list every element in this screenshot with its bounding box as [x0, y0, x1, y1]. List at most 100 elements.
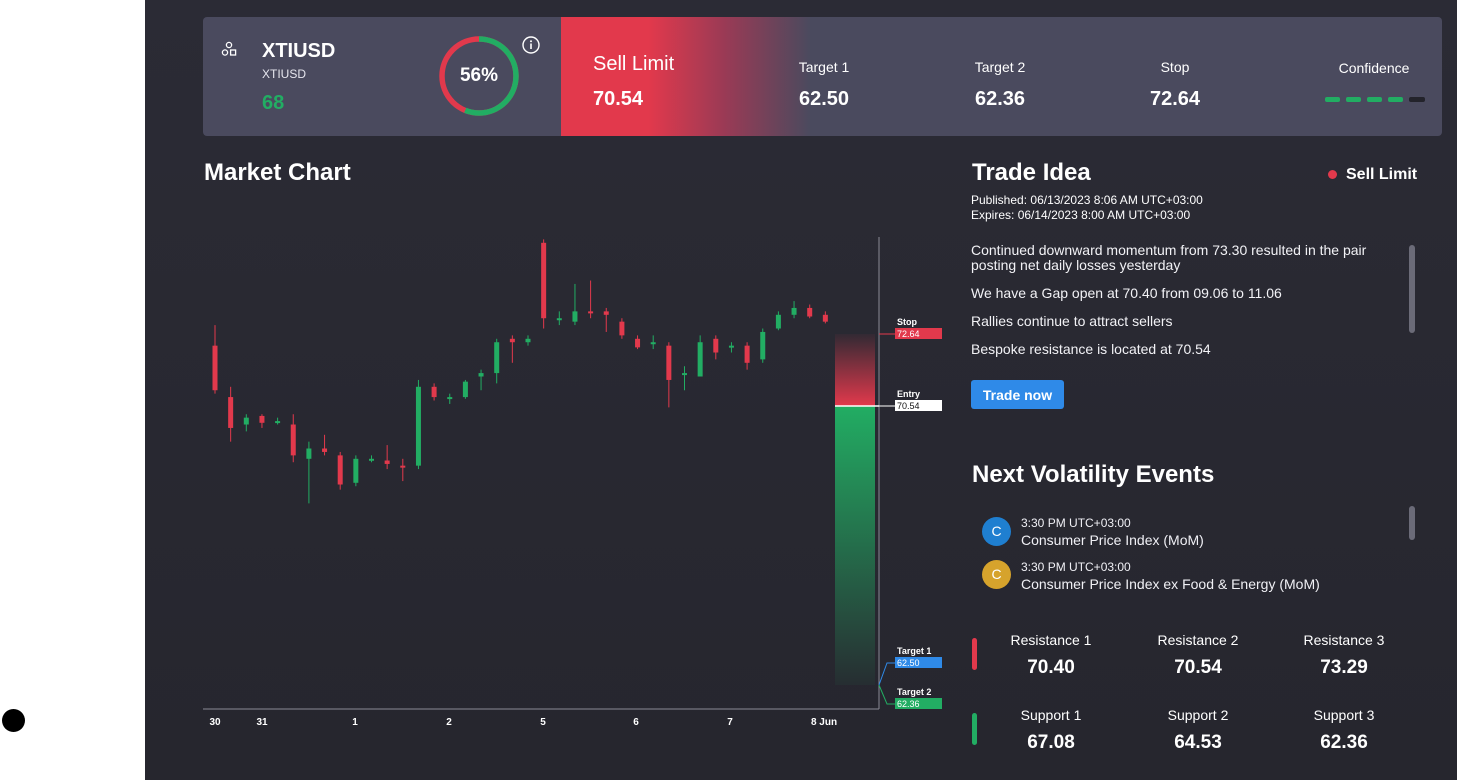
candle-body	[760, 331, 766, 360]
candle-body	[415, 386, 421, 466]
target-2-connector	[878, 684, 895, 705]
level-tag-name: Target 2	[897, 687, 931, 697]
instrument-score: 68	[262, 92, 285, 114]
expires-date: 06/14/2023 8:00 AM UTC+03:00	[1017, 208, 1191, 222]
instrument-symbol: XTIUSD	[262, 40, 336, 62]
level-label: Resistance 2	[1157, 632, 1239, 648]
target-zone	[835, 406, 875, 685]
level-value: 64.53	[1174, 732, 1222, 753]
candle-body	[431, 386, 437, 398]
candle-body	[228, 397, 234, 428]
trade-idea-paragraph: Bespoke resistance is located at 70.54	[971, 341, 1211, 357]
candle-body	[243, 417, 249, 425]
level-tag-value: 70.54	[897, 401, 920, 411]
target-1-connector	[878, 662, 895, 686]
candle-body	[635, 338, 641, 348]
x-tick-label: 2	[446, 717, 452, 728]
x-tick-label: 1	[352, 717, 358, 728]
instrument-icon	[221, 41, 237, 56]
candle-body	[337, 455, 343, 485]
event-country-icon: C	[982, 517, 1011, 546]
level-tag-value: 62.50	[897, 658, 920, 668]
published-date: 06/13/2023 8:06 AM UTC+03:00	[1030, 193, 1203, 207]
candle-body	[306, 448, 312, 459]
cursor-dot	[2, 709, 25, 732]
info-icon[interactable]	[521, 35, 541, 55]
x-tick-label: 5	[540, 717, 546, 728]
candle-body	[588, 311, 594, 314]
x-tick-label: 8 Jun	[811, 717, 837, 728]
candle-body	[556, 318, 562, 321]
level-tag-name: Entry	[897, 389, 920, 399]
market-chart[interactable]: 30 31 1 2 5 6 7 8 Jun Stop 72.64 Entry 70.54 Target …	[203, 230, 953, 740]
signal-summary-card: XTIUSD XTIUSD 68 56% Sell Limit 70.54 Ta…	[203, 17, 1442, 136]
x-tick-label: 7	[727, 717, 733, 728]
x-tick-label: 31	[256, 717, 268, 728]
candle-body	[478, 373, 484, 377]
level-label: Support 2	[1167, 707, 1229, 723]
candle-body	[697, 342, 703, 377]
candle-body	[509, 338, 515, 343]
level-value: 67.08	[1027, 732, 1075, 753]
trade-idea-paragraph: Continued downward momentum from 73.30 r…	[971, 242, 1367, 273]
metric-value: 72.64	[1149, 88, 1201, 110]
level-value: 70.40	[1027, 657, 1075, 678]
sell-limit-dot-icon	[1328, 170, 1337, 179]
level-tag-name: Target 1	[897, 646, 931, 656]
candle-body	[603, 311, 609, 315]
candle-body	[775, 314, 781, 329]
level-label: Resistance 1	[1010, 632, 1092, 648]
level-tag-value: 72.64	[897, 329, 920, 339]
level-label: Support 3	[1313, 707, 1375, 723]
metric-label: Target 1	[798, 59, 850, 75]
candle-body	[494, 342, 500, 374]
event-name[interactable]: Consumer Price Index ex Food & Energy (M…	[1021, 576, 1320, 592]
x-tick-label: 6	[633, 717, 639, 728]
level-tag-name: Stop	[897, 317, 917, 327]
candlestick-chart-svg[interactable]: 30 31 1 2 5 6 7 8 Jun Stop 72.64 Entry 70.54 Target …	[203, 230, 953, 740]
candle-body	[525, 338, 531, 343]
x-tick-label: 30	[209, 717, 221, 728]
candle-body	[322, 448, 328, 452]
confidence-segment	[1367, 97, 1382, 102]
published-label: Published:	[971, 193, 1028, 207]
trade-now-button[interactable]: Trade now	[971, 380, 1064, 409]
candle-body	[447, 397, 453, 400]
trade-idea-badge: Sell Limit	[1346, 166, 1418, 183]
signal-app: XTIUSD XTIUSD 68 56% Sell Limit 70.54 Ta…	[145, 0, 1457, 780]
candle-body	[791, 307, 797, 315]
trade-idea-paragraph: Rallies continue to attract sellers	[971, 313, 1173, 329]
metric-value: 62.36	[974, 88, 1026, 110]
candle-body	[384, 460, 390, 464]
confidence-segment	[1325, 97, 1340, 102]
metric-label: Target 2	[974, 59, 1026, 75]
expires-line: Expires: 06/14/2023 8:00 AM UTC+03:00	[971, 208, 1190, 222]
events-scrollbar[interactable]	[1409, 506, 1415, 540]
candle-body	[572, 311, 578, 322]
level-value: 70.54	[1174, 657, 1222, 678]
candle-body	[212, 345, 218, 391]
confidence-meter	[1325, 97, 1425, 102]
event-name[interactable]: Consumer Price Index (MoM)	[1021, 532, 1204, 548]
confidence-segment	[1346, 97, 1361, 102]
trade-idea-paragraph: We have a Gap open at 70.40 from 09.06 t…	[971, 285, 1282, 301]
candle-body	[619, 321, 625, 336]
level-tag-value: 62.36	[897, 699, 920, 709]
probability-percent: 56%	[459, 65, 499, 86]
confidence-label: Confidence	[1338, 60, 1410, 76]
instrument-subtitle: XTIUSD	[262, 67, 307, 81]
candle-body	[682, 373, 687, 376]
candle-body	[369, 458, 374, 461]
candle-body	[290, 424, 296, 456]
metric-label: Stop	[1160, 59, 1190, 75]
trade-idea-title: Trade Idea	[972, 159, 1091, 186]
candle-body	[713, 338, 719, 353]
events-title: Next Volatility Events	[972, 461, 1215, 488]
candle-body	[462, 381, 468, 398]
candle-body	[353, 458, 359, 483]
trade-idea-scrollbar[interactable]	[1409, 245, 1415, 333]
event-country-icon: C	[982, 560, 1011, 589]
candle-body	[744, 345, 750, 363]
level-value: 62.36	[1320, 732, 1368, 753]
metric-value: 62.50	[798, 88, 850, 110]
